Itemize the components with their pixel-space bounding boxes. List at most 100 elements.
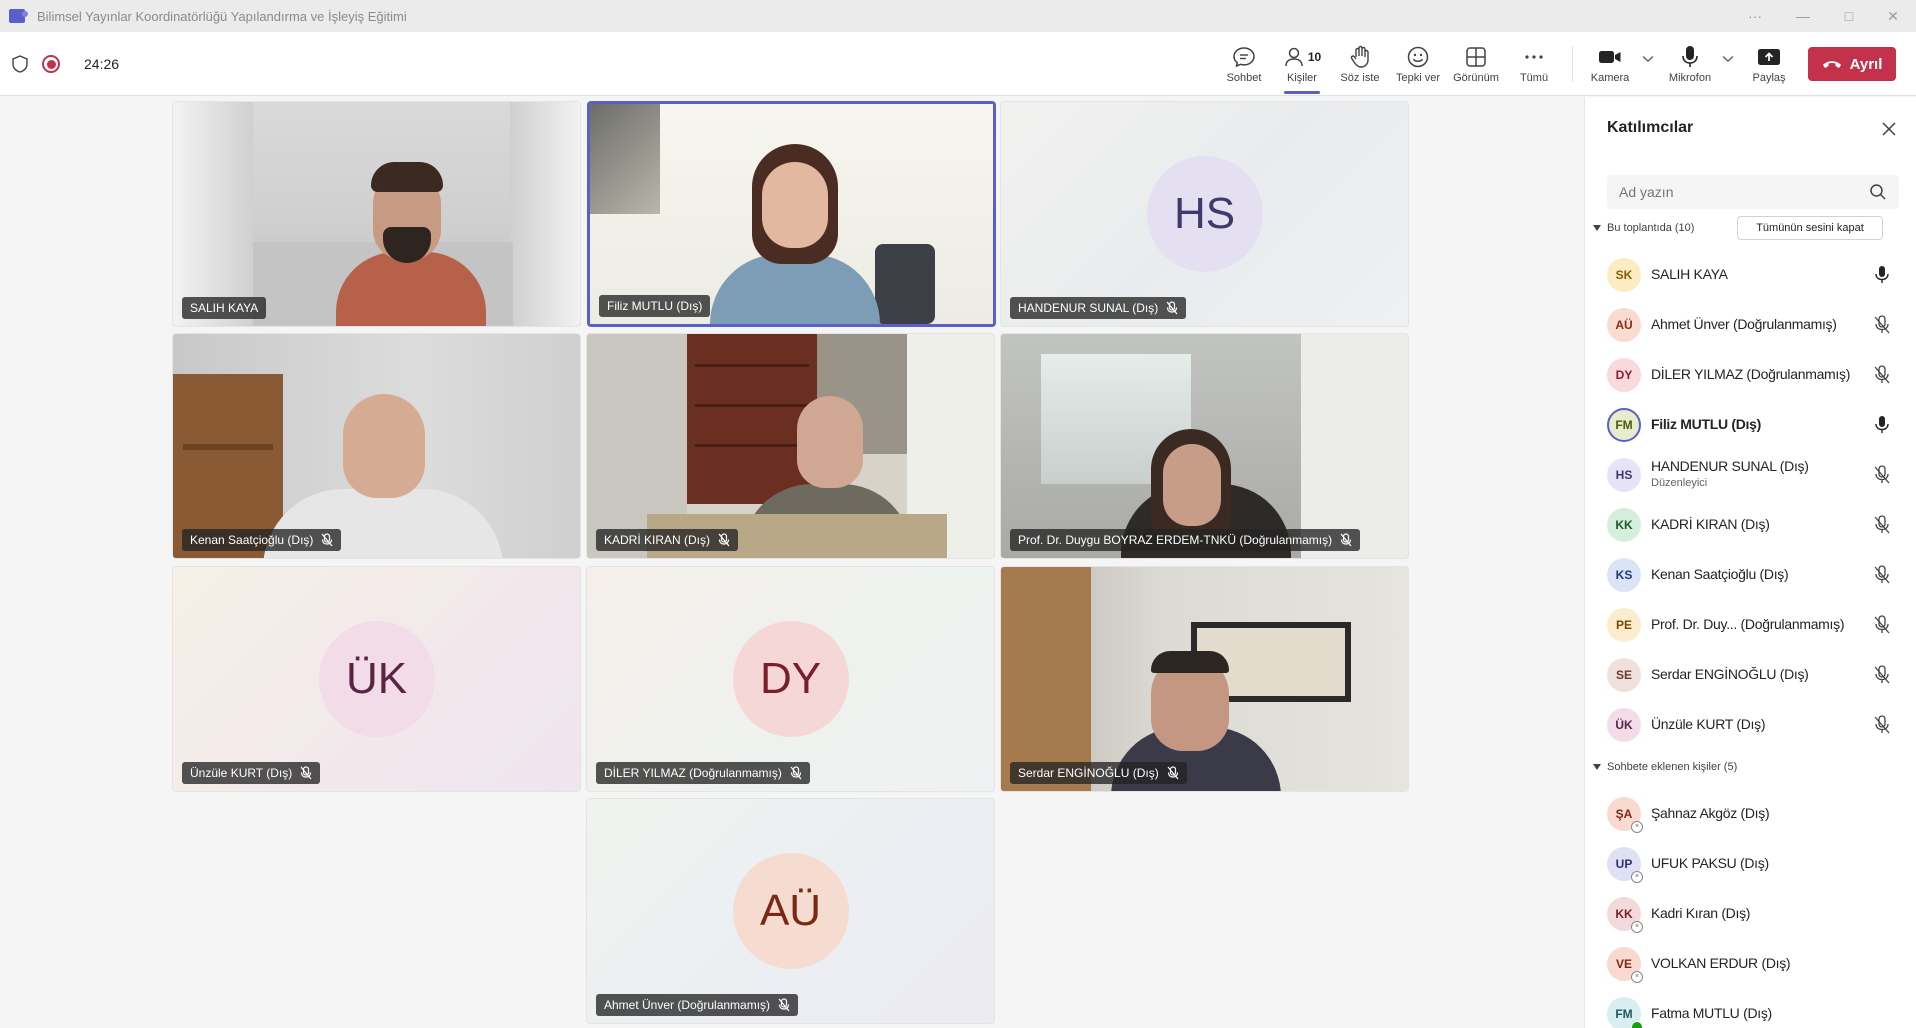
video-feed <box>590 104 993 324</box>
mic-off-icon <box>321 533 333 547</box>
video-tile[interactable]: KADRİ KIRAN (Dış) <box>586 333 995 559</box>
more-actions-button[interactable]: Tümü <box>1514 32 1554 96</box>
participant-row[interactable]: ÜK Ünzüle KURT (Dış) <box>1607 700 1907 750</box>
in-chat-section-toggle[interactable]: Sohbete eklenen kişiler (5) <box>1593 761 1737 773</box>
search-icon[interactable] <box>1869 183 1887 201</box>
share-label: Paylaş <box>1752 72 1786 84</box>
chevron-down-icon <box>1593 225 1601 231</box>
view-button[interactable]: Görünüm <box>1450 32 1502 96</box>
camera-icon <box>1599 51 1621 63</box>
shield-icon[interactable] <box>12 55 28 73</box>
view-label: Görünüm <box>1453 72 1499 84</box>
participant-row[interactable]: SK SALIH KAYA <box>1607 250 1907 300</box>
participant-row[interactable]: HS HANDENUR SUNAL (Dış) Düzenleyici <box>1607 450 1907 500</box>
video-feed <box>587 334 994 558</box>
avatar: SK <box>1607 258 1641 292</box>
microphone-label: Mikrofon <box>1668 72 1712 84</box>
mic-off-icon <box>718 533 730 547</box>
camera-button[interactable]: Kamera <box>1588 32 1632 96</box>
avatar: PE <box>1607 608 1641 642</box>
participant-row[interactable]: AÜ Ahmet Ünver (Doğrulanmamış) <box>1607 300 1907 350</box>
video-tile-active-speaker[interactable]: Filiz MUTLU (Dış) <box>587 101 996 327</box>
microphone-icon <box>1682 46 1698 67</box>
people-button[interactable]: 10 Kişiler <box>1280 32 1324 96</box>
camera-label: Kamera <box>1590 72 1630 84</box>
avatar: ÜK <box>1607 708 1641 742</box>
share-tray-icon <box>1758 49 1780 65</box>
close-icon[interactable] <box>1879 119 1899 139</box>
avatar-tile[interactable]: HS HANDENUR SUNAL (Dış) <box>1000 101 1409 327</box>
share-button[interactable]: Paylaş <box>1748 32 1790 96</box>
raise-hand-button[interactable]: Söz iste <box>1338 32 1382 96</box>
participant-name: Filiz MUTLU (Dış) <box>1651 416 1761 432</box>
more-options-icon[interactable]: ··· <box>1732 0 1778 32</box>
meeting-timer: 24:26 <box>84 56 120 72</box>
chat-person-row[interactable]: VE × VOLKAN ERDUR (Dış) <box>1607 939 1907 989</box>
chat-button[interactable]: Sohbet <box>1222 32 1266 96</box>
maximize-button[interactable]: □ <box>1826 0 1872 32</box>
leave-button[interactable]: Ayrıl <box>1808 47 1896 81</box>
avatar-tile[interactable]: ÜK Ünzüle KURT (Dış) <box>172 566 581 792</box>
search-input[interactable] <box>1607 175 1899 209</box>
participant-row[interactable]: KS Kenan Saatçioğlu (Dış) <box>1607 550 1907 600</box>
recording-icon[interactable] <box>42 55 60 73</box>
participant-name: Ahmet Ünver (Doğrulanmamış) <box>1651 316 1837 332</box>
avatar-tile[interactable]: DY DİLER YILMAZ (Doğrulanmamış) <box>586 566 995 792</box>
chat-person-row[interactable]: UP × UFUK PAKSU (Dış) <box>1607 839 1907 889</box>
participant-name: Kenan Saatçioğlu (Dış) <box>1651 566 1789 582</box>
participant-name: KADRİ KIRAN (Dış) <box>1651 516 1770 532</box>
avatar: DY <box>732 621 849 737</box>
participant-row[interactable]: DY DİLER YILMAZ (Doğrulanmamış) <box>1607 350 1907 400</box>
mic-off-icon[interactable] <box>1873 365 1891 385</box>
mic-off-icon[interactable] <box>1873 465 1891 485</box>
participant-row[interactable]: SE Serdar ENGİNOĞLU (Dış) <box>1607 650 1907 700</box>
mic-off-icon[interactable] <box>1873 565 1891 585</box>
participant-name: Prof. Dr. Duy... (Doğrulanmamış) <box>1651 616 1845 632</box>
participant-row[interactable]: PE Prof. Dr. Duy... (Doğrulanmamış) <box>1607 600 1907 650</box>
mic-off-icon[interactable] <box>1873 715 1891 735</box>
avatar: SE <box>1607 658 1641 692</box>
mic-off-icon[interactable] <box>1873 315 1891 335</box>
hang-up-icon <box>1822 61 1841 68</box>
microphone-options-chevron-icon[interactable] <box>1722 54 1734 66</box>
external-badge-icon: × <box>1631 821 1643 833</box>
toolbar-separator <box>1572 46 1573 82</box>
mic-off-icon[interactable] <box>1873 665 1891 685</box>
chat-person-row[interactable]: KK × Kadri Kıran (Dış) <box>1607 889 1907 939</box>
avatar-tile[interactable]: AÜ Ahmet Ünver (Doğrulanmamış) <box>586 798 995 1024</box>
external-badge-icon: × <box>1631 871 1643 883</box>
video-feed <box>1001 567 1408 791</box>
mic-off-icon[interactable] <box>1873 615 1891 635</box>
video-tile[interactable]: Kenan Saatçioğlu (Dış) <box>172 333 581 559</box>
microphone-icon[interactable] <box>1873 265 1891 285</box>
panel-title: Katılımcılar <box>1607 119 1694 136</box>
participant-role: Düzenleyici <box>1651 477 1708 489</box>
participant-name: DİLER YILMAZ (Doğrulanmamış) <box>1651 366 1851 382</box>
microphone-icon[interactable] <box>1873 415 1891 435</box>
close-window-button[interactable]: ✕ <box>1870 0 1916 32</box>
video-tile[interactable]: Serdar ENGİNOĞLU (Dış) <box>1000 566 1409 792</box>
participant-name-tag: Ünzüle KURT (Dış) <box>182 762 321 784</box>
react-button[interactable]: Tepki ver <box>1394 32 1442 96</box>
participant-name-tag: Kenan Saatçioğlu (Dış) <box>182 529 342 551</box>
chat-person-row[interactable]: ŞA × Şahnaz Akgöz (Dış) <box>1607 789 1907 839</box>
avatar: KS <box>1607 558 1641 592</box>
participant-row-speaking[interactable]: FM Filiz MUTLU (Dış) <box>1607 400 1907 450</box>
in-meeting-section-toggle[interactable]: Bu toplantıda (10) <box>1593 222 1694 234</box>
mic-off-icon <box>300 766 312 780</box>
mic-off-icon <box>1167 766 1179 780</box>
video-tile[interactable]: SALIH KAYA <box>172 101 581 327</box>
leave-label: Ayrıl <box>1849 55 1883 73</box>
video-tile[interactable]: Prof. Dr. Duygu BOYRAZ ERDEM-TNKÜ (Doğru… <box>1000 333 1409 559</box>
minimize-button[interactable]: — <box>1780 0 1826 32</box>
participant-name-tag: Prof. Dr. Duygu BOYRAZ ERDEM-TNKÜ (Doğru… <box>1010 529 1361 551</box>
microphone-button[interactable]: Mikrofon <box>1666 32 1714 96</box>
camera-options-chevron-icon[interactable] <box>1642 54 1654 66</box>
window-title: Bilimsel Yayınlar Koordinatörlüğü Yapıla… <box>37 8 407 24</box>
external-badge-icon: × <box>1631 971 1643 983</box>
mic-off-icon[interactable] <box>1873 515 1891 535</box>
raise-hand-label: Söz iste <box>1340 72 1380 84</box>
mute-all-button[interactable]: Tümünün sesini kapat <box>1737 216 1883 240</box>
chat-person-row[interactable]: FM Fatma MUTLU (Dış) <box>1607 989 1907 1028</box>
participant-row[interactable]: KK KADRİ KIRAN (Dış) <box>1607 500 1907 550</box>
